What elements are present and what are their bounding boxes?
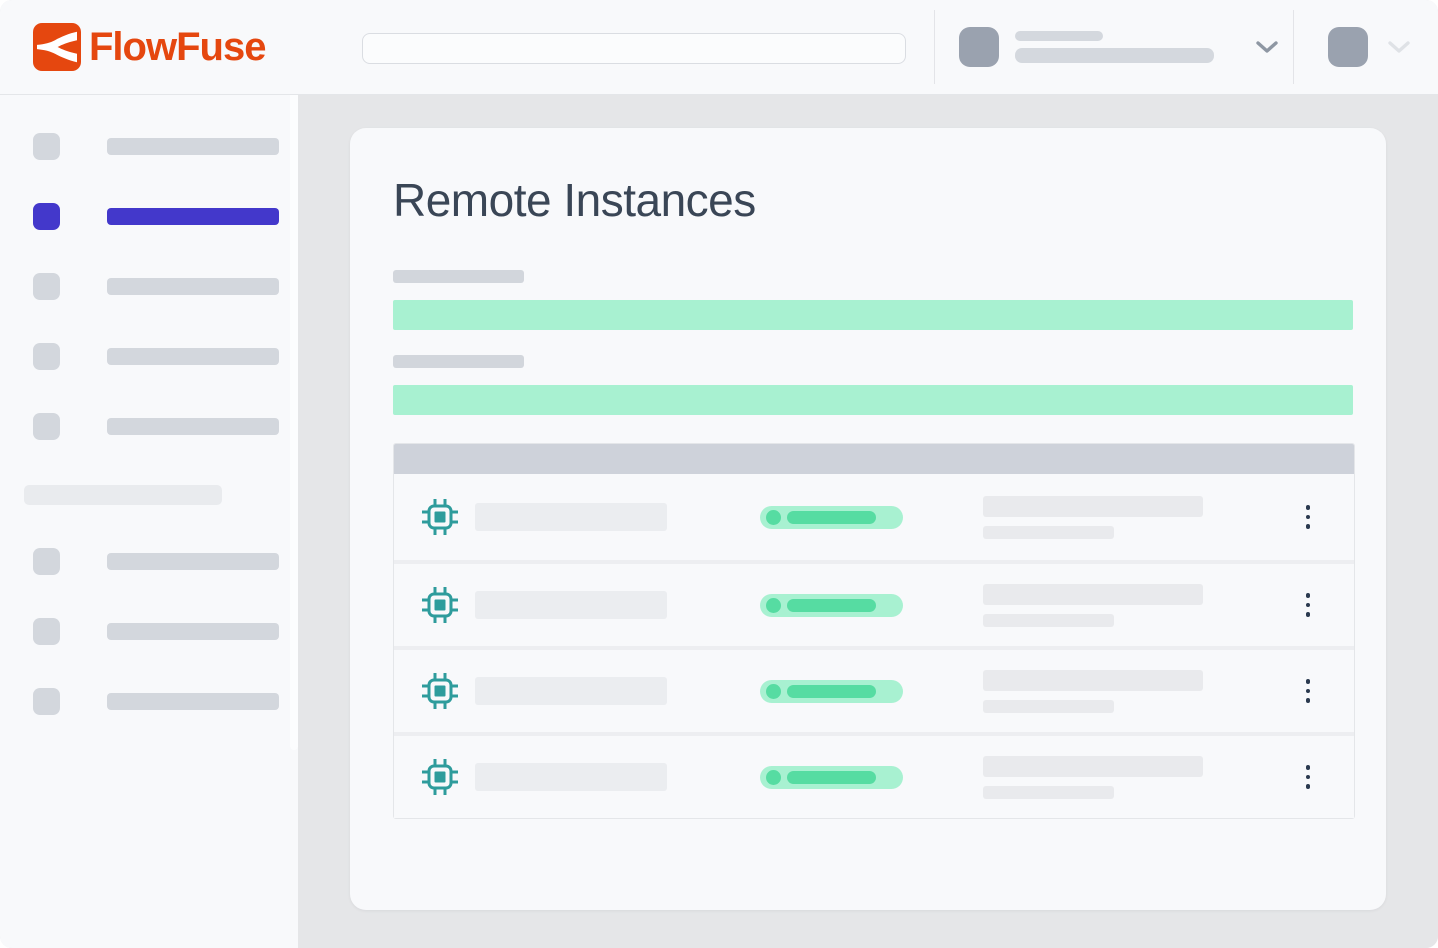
team-avatar bbox=[959, 27, 999, 67]
sidebar-item-label-skeleton bbox=[107, 278, 279, 295]
team-selector[interactable] bbox=[959, 27, 1293, 67]
sidebar-item-icon bbox=[33, 273, 60, 300]
table-row[interactable] bbox=[394, 732, 1354, 818]
brand-name: FlowFuse bbox=[89, 25, 265, 70]
top-header: FlowFuse bbox=[0, 0, 1438, 95]
sidebar-item-label-skeleton bbox=[107, 138, 279, 155]
main-content: Remote Instances bbox=[298, 95, 1438, 948]
sidebar-item-icon bbox=[33, 413, 60, 440]
user-menu[interactable] bbox=[1328, 27, 1410, 67]
field-label-skeleton bbox=[393, 355, 524, 368]
meta-line-skeleton bbox=[983, 526, 1114, 539]
form-field-group bbox=[393, 355, 1343, 415]
sidebar-item bbox=[24, 485, 298, 505]
sidebar-item-icon bbox=[33, 618, 60, 645]
table-row[interactable] bbox=[394, 560, 1354, 646]
instance-name-skeleton bbox=[475, 591, 667, 619]
status-badge bbox=[760, 594, 903, 617]
table-row[interactable] bbox=[394, 474, 1354, 560]
chevron-down-icon bbox=[1388, 41, 1410, 54]
meta-line-skeleton bbox=[983, 786, 1114, 799]
instance-name-skeleton bbox=[475, 503, 667, 531]
meta-line-skeleton bbox=[983, 756, 1203, 777]
sidebar-item[interactable] bbox=[33, 413, 298, 440]
sidebar-item-label-skeleton bbox=[107, 348, 279, 365]
brand[interactable]: FlowFuse bbox=[0, 23, 265, 71]
sidebar-item[interactable] bbox=[33, 133, 298, 160]
status-badge bbox=[760, 766, 903, 789]
kebab-menu-icon[interactable] bbox=[1302, 589, 1315, 621]
field-input-skeleton[interactable] bbox=[393, 300, 1353, 330]
field-input-skeleton[interactable] bbox=[393, 385, 1353, 415]
instance-name-skeleton bbox=[475, 677, 667, 705]
form-fields bbox=[393, 270, 1343, 415]
flowfuse-logo-icon bbox=[33, 23, 81, 71]
status-dot bbox=[766, 684, 781, 699]
team-name-skeleton bbox=[1015, 31, 1103, 41]
sidebar-item[interactable] bbox=[33, 618, 298, 645]
table-body bbox=[394, 474, 1354, 818]
sidebar-section-heading-skeleton bbox=[24, 485, 222, 505]
field-label-skeleton bbox=[393, 270, 524, 283]
status-badge bbox=[760, 680, 903, 703]
sidebar-item-label-skeleton bbox=[107, 553, 279, 570]
sidebar-item-label-skeleton bbox=[107, 208, 279, 225]
instance-name-skeleton bbox=[475, 763, 667, 791]
search-input[interactable] bbox=[362, 33, 906, 64]
status-text-skeleton bbox=[787, 685, 876, 698]
sidebar-item[interactable] bbox=[33, 343, 298, 370]
meta-line-skeleton bbox=[983, 670, 1203, 691]
status-dot bbox=[766, 598, 781, 613]
device-chip-icon bbox=[422, 673, 458, 709]
sidebar bbox=[0, 95, 298, 948]
sidebar-item[interactable] bbox=[33, 203, 298, 230]
content-card: Remote Instances bbox=[350, 128, 1386, 910]
sidebar-item-icon bbox=[33, 548, 60, 575]
table-header bbox=[394, 444, 1354, 474]
user-avatar bbox=[1328, 27, 1368, 67]
sidebar-item-label-skeleton bbox=[107, 623, 279, 640]
header-divider bbox=[1293, 10, 1294, 84]
meta-line-skeleton bbox=[983, 700, 1114, 713]
meta-line-skeleton bbox=[983, 614, 1114, 627]
status-text-skeleton bbox=[787, 599, 876, 612]
device-chip-icon bbox=[422, 587, 458, 623]
instance-meta-skeleton bbox=[983, 496, 1203, 539]
team-subtitle-skeleton bbox=[1015, 48, 1214, 63]
sidebar-item-icon bbox=[33, 343, 60, 370]
meta-line-skeleton bbox=[983, 584, 1203, 605]
form-field-group bbox=[393, 270, 1343, 330]
kebab-menu-icon[interactable] bbox=[1302, 761, 1315, 793]
sidebar-item[interactable] bbox=[33, 273, 298, 300]
status-text-skeleton bbox=[787, 771, 876, 784]
instances-table bbox=[393, 443, 1355, 819]
device-chip-icon bbox=[422, 499, 458, 535]
page-title: Remote Instances bbox=[393, 173, 1343, 227]
instance-meta-skeleton bbox=[983, 584, 1203, 627]
sidebar-item-icon bbox=[33, 203, 60, 230]
header-divider bbox=[934, 10, 935, 84]
sidebar-scrollbar[interactable] bbox=[290, 95, 298, 750]
device-chip-icon bbox=[422, 759, 458, 795]
sidebar-item-icon bbox=[33, 133, 60, 160]
status-dot bbox=[766, 770, 781, 785]
meta-line-skeleton bbox=[983, 496, 1203, 517]
status-dot bbox=[766, 510, 781, 525]
sidebar-item-label-skeleton bbox=[107, 418, 279, 435]
header-right-cluster bbox=[934, 0, 1438, 94]
kebab-menu-icon[interactable] bbox=[1302, 501, 1315, 533]
chevron-down-icon bbox=[1256, 41, 1278, 54]
instance-meta-skeleton bbox=[983, 670, 1203, 713]
kebab-menu-icon[interactable] bbox=[1302, 675, 1315, 707]
sidebar-item[interactable] bbox=[33, 548, 298, 575]
sidebar-item[interactable] bbox=[33, 688, 298, 715]
status-text-skeleton bbox=[787, 511, 876, 524]
team-label-skeleton bbox=[1015, 31, 1214, 63]
sidebar-item-label-skeleton bbox=[107, 693, 279, 710]
status-badge bbox=[760, 506, 903, 529]
table-row[interactable] bbox=[394, 646, 1354, 732]
instance-meta-skeleton bbox=[983, 756, 1203, 799]
sidebar-item-icon bbox=[33, 688, 60, 715]
app-window: FlowFuse bbox=[0, 0, 1438, 948]
